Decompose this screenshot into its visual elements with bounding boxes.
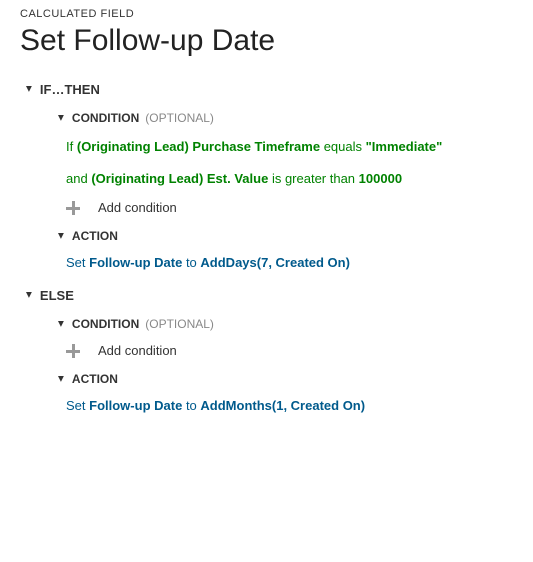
action-set: Set [66, 255, 86, 270]
page-title: Set Follow-up Date [20, 24, 513, 58]
condition-row[interactable]: If (Originating Lead) Purchase Timeframe… [66, 137, 513, 157]
else-condition-block: ▲ CONDITION (OPTIONAL) Add condition [56, 317, 513, 358]
collapse-icon: ▲ [24, 83, 34, 94]
else-action-header[interactable]: ▲ ACTION [56, 372, 513, 386]
action-set: Set [66, 398, 86, 413]
else-section: ▲ ELSE ▲ CONDITION (OPTIONAL) Add condit… [24, 288, 513, 413]
condition-label: CONDITION [72, 317, 139, 331]
condition-row[interactable]: and (Originating Lead) Est. Value is gre… [66, 169, 513, 189]
if-then-label: IF…THEN [40, 82, 100, 97]
action-function: AddMonths(1, Created On) [200, 398, 365, 413]
else-label: ELSE [40, 288, 74, 303]
collapse-icon: ▲ [56, 112, 66, 123]
action-field: Follow-up Date [89, 255, 182, 270]
action-label: ACTION [72, 229, 118, 243]
if-then-section: ▲ IF…THEN ▲ CONDITION (OPTIONAL) If (Ori… [24, 82, 513, 270]
condition-value: "Immediate" [366, 139, 443, 154]
action-to: to [186, 255, 197, 270]
condition-prefix: If [66, 139, 73, 154]
condition-field: (Originating Lead) Purchase Timeframe [77, 139, 320, 154]
optional-label: (OPTIONAL) [145, 317, 214, 331]
collapse-icon: ▲ [56, 230, 66, 241]
action-label: ACTION [72, 372, 118, 386]
plus-icon [66, 344, 80, 358]
add-condition-button[interactable]: Add condition [66, 200, 513, 215]
condition-operator: equals [324, 139, 362, 154]
field-type-label: CALCULATED FIELD [20, 8, 513, 20]
condition-value: 100000 [359, 171, 402, 186]
condition-operator: is greater than [272, 171, 355, 186]
if-condition-header[interactable]: ▲ CONDITION (OPTIONAL) [56, 111, 513, 125]
else-action-block: ▲ ACTION Set Follow-up Date to AddMonths… [56, 372, 513, 413]
condition-prefix: and [66, 171, 88, 186]
collapse-icon: ▲ [24, 289, 34, 300]
action-function: AddDays(7, Created On) [200, 255, 350, 270]
action-row[interactable]: Set Follow-up Date to AddDays(7, Created… [66, 255, 513, 270]
add-condition-label: Add condition [98, 343, 177, 358]
condition-field: (Originating Lead) Est. Value [91, 171, 268, 186]
collapse-icon: ▲ [56, 373, 66, 384]
add-condition-button[interactable]: Add condition [66, 343, 513, 358]
add-condition-label: Add condition [98, 200, 177, 215]
action-to: to [186, 398, 197, 413]
action-row[interactable]: Set Follow-up Date to AddMonths(1, Creat… [66, 398, 513, 413]
else-header[interactable]: ▲ ELSE [24, 288, 513, 303]
if-action-block: ▲ ACTION Set Follow-up Date to AddDays(7… [56, 229, 513, 270]
collapse-icon: ▲ [56, 318, 66, 329]
if-action-header[interactable]: ▲ ACTION [56, 229, 513, 243]
condition-label: CONDITION [72, 111, 139, 125]
if-then-header[interactable]: ▲ IF…THEN [24, 82, 513, 97]
optional-label: (OPTIONAL) [145, 111, 214, 125]
if-condition-block: ▲ CONDITION (OPTIONAL) If (Originating L… [56, 111, 513, 215]
action-field: Follow-up Date [89, 398, 182, 413]
else-condition-header[interactable]: ▲ CONDITION (OPTIONAL) [56, 317, 513, 331]
plus-icon [66, 201, 80, 215]
